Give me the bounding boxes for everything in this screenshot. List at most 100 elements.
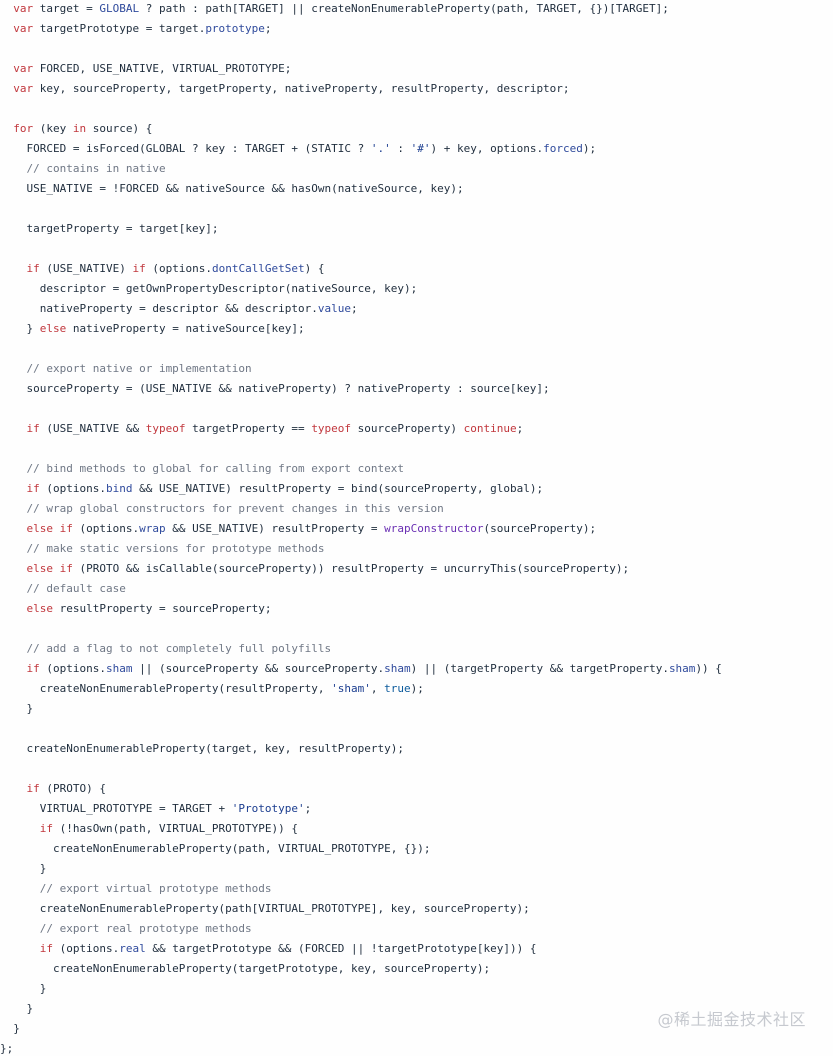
code-line: // make static versions for prototype me…: [0, 539, 833, 559]
code-token: continue: [463, 422, 517, 435]
code-line: if (USE_NATIVE && typeof targetProperty …: [0, 419, 833, 439]
code-line: if (options.bind && USE_NATIVE) resultPr…: [0, 479, 833, 499]
code-line: for (key in source) {: [0, 119, 833, 139]
code-token: FORCED = isForced(GLOBAL ? key : TARGET …: [0, 142, 371, 155]
code-token: // default case: [0, 582, 126, 595]
code-token: key, sourceProperty, targetProperty, nat…: [33, 82, 570, 95]
code-line: } else nativeProperty = nativeSource[key…: [0, 319, 833, 339]
code-token: var: [0, 62, 34, 75]
code-token: :: [390, 142, 411, 155]
code-line: else if (PROTO && isCallable(sourcePrope…: [0, 559, 833, 579]
code-token: ) {: [304, 262, 325, 275]
code-line: // bind methods to global for calling fr…: [0, 459, 833, 479]
code-line: var key, sourceProperty, targetProperty,…: [0, 79, 833, 99]
code-line: // default case: [0, 579, 833, 599]
code-line: createNonEnumerableProperty(path, VIRTUA…: [0, 839, 833, 859]
code-line: var target = GLOBAL ? path : path[TARGET…: [0, 0, 833, 19]
code-token: || (sourceProperty && sourceProperty.: [132, 662, 385, 675]
code-line: var targetPrototype = target.prototype;: [0, 19, 833, 39]
code-token: && targetPrototype && (FORCED || !target…: [145, 942, 537, 955]
code-view: var target = GLOBAL ? path : path[TARGET…: [0, 0, 833, 1056]
code-token: if: [132, 262, 146, 275]
code-token: createNonEnumerableProperty(resultProper…: [0, 682, 332, 695]
code-token: // contains in native: [0, 162, 166, 175]
code-token: createNonEnumerableProperty(target, key,…: [0, 742, 404, 755]
code-line: else resultProperty = sourceProperty;: [0, 599, 833, 619]
code-line: descriptor = getOwnPropertyDescriptor(na…: [0, 279, 833, 299]
code-token: dontCallGetSet: [211, 262, 305, 275]
code-line: if (!hasOwn(path, VIRTUAL_PROTOTYPE)) {: [0, 819, 833, 839]
code-line: if (options.real && targetPrototype && (…: [0, 939, 833, 959]
code-token: (USE_NATIVE &&: [39, 422, 146, 435]
code-token: USE_NATIVE = !FORCED && nativeSource && …: [0, 182, 464, 195]
code-token: resultProperty = sourceProperty;: [52, 602, 272, 615]
code-token: }: [0, 982, 47, 995]
code-token: typeof: [145, 422, 186, 435]
code-line: // export virtual prototype methods: [0, 879, 833, 899]
code-token: else if: [0, 522, 73, 535]
code-token: target =: [33, 2, 100, 15]
code-token: if: [0, 822, 53, 835]
code-line: if (options.sham || (sourceProperty && s…: [0, 659, 833, 679]
code-line: // contains in native: [0, 159, 833, 179]
code-token: var: [0, 82, 34, 95]
code-token: sham: [105, 662, 133, 675]
code-line: };: [0, 1039, 833, 1056]
code-token: && USE_NATIVE) resultProperty = bind(sou…: [132, 482, 544, 495]
code-line: createNonEnumerableProperty(target, key,…: [0, 739, 833, 759]
code-line: // export real prototype methods: [0, 919, 833, 939]
code-token: ,: [370, 682, 385, 695]
code-token: }: [0, 1002, 34, 1015]
code-token: // export virtual prototype methods: [0, 882, 272, 895]
code-token: if: [0, 782, 40, 795]
code-token: createNonEnumerableProperty(path, VIRTUA…: [0, 842, 431, 855]
code-line: }: [0, 859, 833, 879]
code-token: 'sham': [331, 682, 371, 695]
code-line: }: [0, 699, 833, 719]
code-line: // add a flag to not completely full pol…: [0, 639, 833, 659]
code-token: targetPrototype = target.: [33, 22, 206, 35]
code-token: else if: [0, 562, 73, 575]
code-line: createNonEnumerableProperty(targetProtot…: [0, 959, 833, 979]
code-token: // export real prototype methods: [0, 922, 252, 935]
code-line: USE_NATIVE = !FORCED && nativeSource && …: [0, 179, 833, 199]
code-line: sourceProperty = (USE_NATIVE && nativePr…: [0, 379, 833, 399]
code-token: (USE_NATIVE): [39, 262, 133, 275]
code-token: // export native or implementation: [0, 362, 252, 375]
code-token: '.': [370, 142, 391, 155]
code-token: );: [582, 142, 597, 155]
code-token: true: [384, 682, 411, 695]
code-token: );: [410, 682, 424, 695]
code-token: forced: [543, 142, 583, 155]
code-token: else: [39, 322, 67, 335]
code-line: }: [0, 979, 833, 999]
code-token: (key: [33, 122, 73, 135]
code-token: for: [0, 122, 34, 135]
code-token: nativeProperty = nativeSource[key];: [66, 322, 305, 335]
code-token: nativeProperty = descriptor && descripto…: [0, 302, 318, 315]
code-line: var FORCED, USE_NATIVE, VIRTUAL_PROTOTYP…: [0, 59, 833, 79]
code-token: // wrap global constructors for prevent …: [0, 502, 444, 515]
code-token: sham: [668, 662, 696, 675]
code-token: (!hasOwn(path, VIRTUAL_PROTOTYPE)) {: [52, 822, 299, 835]
code-block: var target = GLOBAL ? path : path[TARGET…: [0, 0, 833, 1056]
code-token: (options.: [72, 522, 140, 535]
code-token: && USE_NATIVE) resultProperty =: [165, 522, 385, 535]
code-token: createNonEnumerableProperty(path[VIRTUAL…: [0, 902, 530, 915]
code-token: if: [0, 942, 53, 955]
code-token: (options.: [39, 482, 106, 495]
code-token: 'Prototype': [231, 802, 305, 815]
code-token: prototype: [205, 22, 265, 35]
code-token: var: [0, 22, 34, 35]
code-line: if (PROTO) {: [0, 779, 833, 799]
code-token: ? path : path[TARGET] || createNonEnumer…: [139, 2, 669, 15]
code-token: ;: [304, 802, 312, 815]
